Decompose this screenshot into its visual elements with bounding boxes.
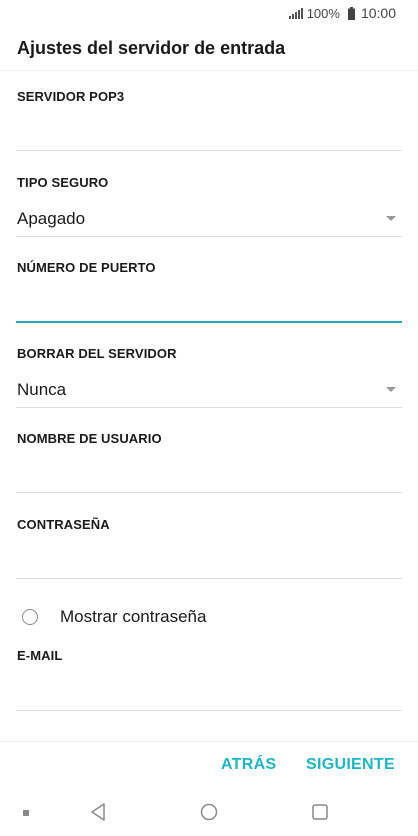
back-button[interactable]: ATRÁS bbox=[221, 756, 276, 774]
app-bar: Ajustes del servidor de entrada bbox=[0, 26, 418, 71]
delete-from-server-label: BORRAR DEL SERVIDOR bbox=[17, 346, 177, 361]
email-label: E-MAIL bbox=[17, 648, 63, 663]
security-type-value: Apagado bbox=[17, 209, 86, 228]
password-underline bbox=[16, 578, 402, 579]
show-password-checkbox[interactable] bbox=[22, 609, 38, 625]
delete-from-server-value: Nunca bbox=[17, 380, 67, 399]
chevron-down-icon bbox=[386, 387, 396, 392]
password-input[interactable] bbox=[16, 544, 402, 578]
recents-square-icon[interactable] bbox=[311, 802, 329, 827]
nav-dot-icon bbox=[23, 810, 29, 816]
battery-icon bbox=[347, 6, 355, 20]
pop3-server-underline bbox=[16, 150, 402, 151]
screen: 100% 10:00 Ajustes del servidor de entra… bbox=[0, 0, 418, 836]
status-bar: 100% 10:00 bbox=[0, 0, 418, 26]
port-number-label: NÚMERO DE PUERTO bbox=[17, 260, 156, 275]
security-type-label: TIPO SEGURO bbox=[17, 175, 109, 190]
delete-from-server-dropdown[interactable]: Nunca bbox=[16, 373, 402, 407]
page-title: Ajustes del servidor de entrada bbox=[17, 37, 286, 58]
email-underline bbox=[16, 710, 402, 711]
navigation-bar bbox=[0, 792, 418, 836]
username-underline bbox=[16, 492, 402, 493]
delete-from-server-underline bbox=[16, 407, 402, 408]
security-type-underline bbox=[16, 236, 402, 237]
show-password-toggle[interactable]: Mostrar contraseña bbox=[22, 605, 206, 629]
back-triangle-icon[interactable] bbox=[89, 802, 107, 827]
security-type-dropdown[interactable]: Apagado bbox=[16, 202, 402, 236]
next-button[interactable]: SIGUIENTE bbox=[306, 756, 395, 774]
show-password-label: Mostrar contraseña bbox=[60, 607, 207, 626]
pop3-server-input[interactable] bbox=[16, 116, 402, 150]
password-label: CONTRASEÑA bbox=[17, 517, 110, 532]
status-time: 10:00 bbox=[360, 5, 396, 21]
signal-icon bbox=[288, 7, 303, 19]
chevron-down-icon bbox=[386, 216, 396, 221]
port-number-input[interactable] bbox=[16, 288, 402, 322]
username-input[interactable] bbox=[16, 459, 402, 493]
battery-percent: 100% bbox=[306, 5, 340, 21]
pop3-server-label: SERVIDOR POP3 bbox=[17, 89, 125, 104]
username-label: NOMBRE DE USUARIO bbox=[17, 431, 162, 446]
action-bar: ATRÁS SIGUIENTE bbox=[0, 741, 418, 786]
email-input[interactable] bbox=[16, 676, 402, 710]
port-number-underline bbox=[16, 321, 402, 323]
home-circle-icon[interactable] bbox=[199, 802, 219, 827]
